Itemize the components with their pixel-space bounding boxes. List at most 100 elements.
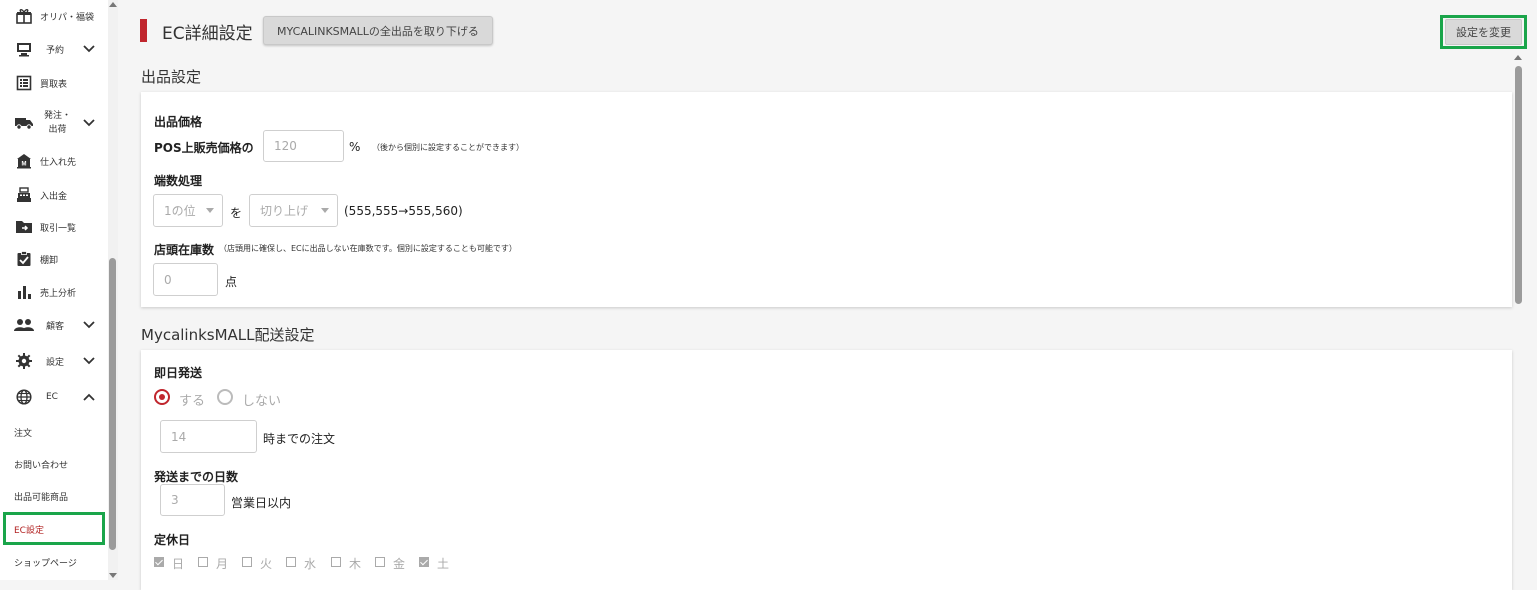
- rounding-method-value: 切り上げ: [260, 204, 309, 218]
- sidebar-item-label: 仕入れ先: [40, 157, 77, 168]
- rounding-method-select[interactable]: 切り上げ: [249, 194, 338, 227]
- sidebar-item-label: 取引一覧: [40, 223, 77, 234]
- percent-unit: %: [349, 140, 361, 154]
- sidebar-subitem-inquiries[interactable]: お問い合わせ: [0, 450, 108, 478]
- gear-icon: [14, 351, 34, 371]
- sidebar-item-order-shipping[interactable]: 発注・ 出荷: [0, 106, 108, 140]
- holiday-label-thu: 木: [349, 557, 362, 571]
- scroll-down-icon[interactable]: [109, 573, 117, 578]
- withdraw-all-listings-button[interactable]: MYCALINKSMALLの全出品を取り下げる: [263, 16, 493, 45]
- holiday-label-mon: 月: [216, 557, 229, 571]
- page-header: EC詳細設定 MYCALINKSMALLの全出品を取り下げる: [124, 0, 1537, 62]
- holiday-checkbox-tue[interactable]: [242, 557, 252, 567]
- sidebar-item-cash[interactable]: 入出金: [0, 180, 108, 210]
- rounding-label: 端数処理: [154, 174, 203, 188]
- shipping-days-input[interactable]: 3: [160, 484, 225, 516]
- holiday-label-sat: 土: [437, 557, 450, 571]
- holiday-checkbox-fri[interactable]: [375, 557, 385, 567]
- sidebar-subitem-listable-products[interactable]: 出品可能商品: [0, 482, 108, 510]
- main-scrollbar[interactable]: [1512, 52, 1524, 580]
- sidebar-subitem-label: 注文: [14, 428, 33, 439]
- sidebar-subitem-shop-page[interactable]: ショップページ: [0, 548, 108, 576]
- store-stock-input[interactable]: 0: [153, 263, 218, 296]
- rounding-example: (555,555→555,560): [344, 204, 463, 218]
- sidebar-subitem-orders[interactable]: 注文: [0, 418, 108, 446]
- list-icon: [14, 73, 34, 93]
- sidebar-item-oripa[interactable]: オリパ・福袋: [0, 1, 108, 31]
- shipping-section-title: MycalinksMALL配送設定: [141, 326, 315, 344]
- holiday-checkbox-wed[interactable]: [286, 557, 296, 567]
- sidebar-item-label: 顧客: [46, 321, 65, 332]
- holiday-label-fri: 金: [393, 557, 406, 571]
- sidebar-item-ec[interactable]: EC: [0, 382, 108, 412]
- register-icon: [14, 185, 34, 205]
- sidebar-subitem-label: EC設定: [14, 525, 44, 536]
- sidebar-item-buylist[interactable]: 買取表: [0, 68, 108, 98]
- clipboard-check-icon: [14, 249, 34, 269]
- holiday-checkbox-sat[interactable]: [419, 557, 429, 567]
- chevron-down-icon[interactable]: [82, 116, 96, 130]
- holiday-checkbox-sun[interactable]: [154, 557, 164, 567]
- scroll-up-icon[interactable]: [109, 2, 117, 7]
- svg-text:M: M: [22, 162, 27, 168]
- sidebar-item-reservation[interactable]: 予約: [0, 34, 108, 64]
- page-title: EC詳細設定: [162, 24, 253, 44]
- sidebar-subitem-label: ショップページ: [14, 558, 77, 569]
- sidebar-item-label: 売上分析: [40, 288, 77, 299]
- people-icon: [14, 315, 34, 335]
- sidebar-item-supplier[interactable]: M 仕入れ先: [0, 146, 108, 176]
- sidebar-item-settings[interactable]: 設定: [0, 346, 108, 376]
- same-day-no-radio[interactable]: [217, 389, 233, 405]
- listing-settings-card: [141, 92, 1512, 307]
- bank-icon: M: [14, 151, 34, 171]
- holiday-label-wed: 水: [304, 557, 317, 571]
- sidebar-scroll-thumb[interactable]: [109, 258, 116, 550]
- sidebar-subitem-label: 出品可能商品: [14, 492, 69, 503]
- holiday-label: 定休日: [154, 533, 191, 547]
- chevron-down-icon[interactable]: [82, 354, 96, 368]
- sidebar-item-label: EC: [46, 392, 58, 402]
- title-accent-bar: [140, 19, 147, 42]
- scroll-up-icon[interactable]: [1514, 55, 1522, 60]
- same-day-yes-radio[interactable]: [154, 389, 170, 405]
- change-settings-button[interactable]: 設定を変更: [1445, 19, 1522, 45]
- main-scroll-thumb[interactable]: [1515, 66, 1522, 304]
- cutoff-suffix: 時までの注文: [263, 432, 336, 446]
- sidebar-item-customers[interactable]: 顧客: [0, 310, 108, 340]
- rounding-digit-select[interactable]: 1の位: [153, 194, 223, 227]
- rounding-digit-value: 1の位: [164, 204, 196, 218]
- chevron-down-icon[interactable]: [82, 42, 96, 56]
- pos-price-label: POS上販売価格の: [154, 141, 254, 155]
- dropdown-caret-icon: [206, 208, 214, 213]
- sidebar-item-label: 発注・ 出荷: [44, 111, 72, 135]
- sidebar-item-label: 棚卸: [40, 255, 59, 266]
- price-percent-input[interactable]: 120: [263, 130, 344, 162]
- monitor-icon: [14, 39, 34, 59]
- sidebar-item-transactions[interactable]: 取引一覧: [0, 212, 108, 242]
- price-label: 出品価格: [154, 115, 203, 129]
- chevron-up-icon[interactable]: [82, 390, 96, 404]
- sidebar-subitem-ec-settings[interactable]: EC設定: [0, 515, 108, 543]
- sidebar-item-label: 設定: [46, 357, 65, 368]
- percent-note: （後から個別に設定することができます）: [372, 143, 524, 152]
- same-day-no-label: しない: [242, 394, 282, 409]
- same-day-label: 即日発送: [154, 366, 203, 380]
- shipping-settings-card: [141, 350, 1512, 590]
- folder-arrow-icon: [14, 217, 34, 237]
- chevron-down-icon[interactable]: [82, 318, 96, 332]
- sidebar-item-label: 予約: [46, 45, 65, 56]
- holiday-checkbox-mon[interactable]: [198, 557, 208, 567]
- listing-section-title: 出品設定: [141, 68, 202, 86]
- sidebar-subitem-label: お問い合わせ: [14, 460, 69, 471]
- sidebar-item-sales-analysis[interactable]: 売上分析: [0, 277, 108, 307]
- wo-particle: を: [230, 206, 243, 220]
- sidebar-scrollbar[interactable]: [108, 0, 118, 580]
- holiday-checkbox-thu[interactable]: [331, 557, 341, 567]
- store-stock-label: 店頭在庫数: [154, 243, 215, 257]
- cutoff-hour-input[interactable]: 14: [160, 420, 257, 453]
- sidebar-item-inventory[interactable]: 棚卸: [0, 244, 108, 274]
- days-suffix: 営業日以内: [231, 496, 292, 510]
- dropdown-caret-icon: [321, 208, 329, 213]
- sidebar: オリパ・福袋 予約 買取表 発注・ 出荷 M 仕入れ先 入出金 取引一覧 棚卸 …: [0, 0, 108, 580]
- sidebar-item-label: 入出金: [40, 191, 68, 202]
